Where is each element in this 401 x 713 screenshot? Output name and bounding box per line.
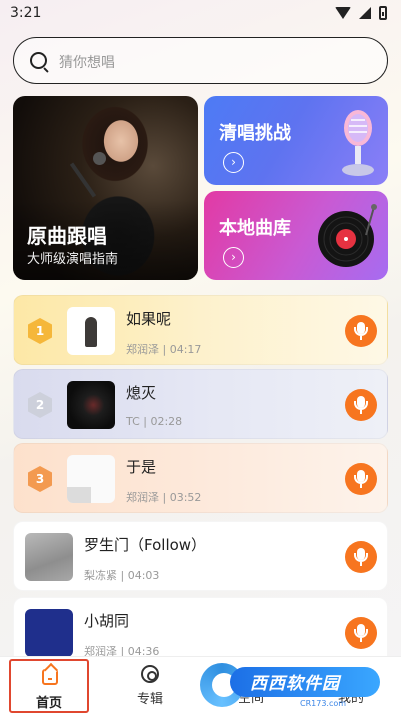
sing-mic-button[interactable] (345, 315, 377, 347)
library-title: 本地曲库 (219, 218, 291, 239)
album-cover (25, 533, 73, 581)
status-icons (335, 6, 387, 20)
watermark-url: CR173.com (300, 699, 347, 708)
sing-mic-button[interactable] (345, 617, 377, 649)
singer-microphone-stand (69, 162, 97, 198)
vinyl-record-icon (318, 204, 377, 267)
studio-microphone-icon (342, 110, 374, 176)
battery-icon (379, 6, 387, 20)
microphone-icon-cup (354, 629, 368, 638)
song-meta: 郑润泽 | 04:17 (126, 343, 202, 356)
hero-title: 原曲跟唱 (27, 224, 107, 248)
microphone-icon-foot (360, 336, 362, 340)
song-meta: 梨冻紧 | 04:03 (84, 569, 160, 582)
sing-mic-button[interactable] (345, 541, 377, 573)
song-meta: TC | 02:28 (126, 415, 183, 428)
microphone-icon-cup (354, 553, 368, 562)
status-time: 3:21 (10, 5, 42, 21)
rank-badge-gold: 1 (28, 318, 52, 344)
rank-badge-silver: 2 (28, 392, 52, 418)
hero-card-original-sing[interactable]: 原曲跟唱 大师级演唱指南 (13, 96, 198, 280)
song-title: 小胡同 (84, 612, 130, 630)
library-arrow-icon: › (223, 247, 244, 268)
song-title: 罗生门（Follow） (84, 536, 207, 554)
wifi-icon (335, 7, 351, 19)
search-bar[interactable]: 猜你想唱 (13, 37, 388, 84)
microphone-icon-cup (354, 327, 368, 336)
song-title: 如果呢 (126, 310, 172, 328)
song-row[interactable]: 罗生门（Follow） 梨冻紧 | 04:03 (13, 521, 388, 591)
song-title: 熄灭 (126, 384, 157, 402)
challenge-title: 清唱挑战 (219, 123, 291, 144)
disc-icon (141, 665, 159, 683)
song-row[interactable]: 2 熄灭 TC | 02:28 (13, 369, 388, 439)
rank-badge-bronze: 3 (28, 466, 52, 492)
microphone-icon-foot (360, 484, 362, 488)
singer-microphone-icon (93, 152, 106, 165)
album-cover (67, 307, 115, 355)
microphone-icon-foot (360, 638, 362, 642)
song-meta: 郑润泽 | 03:52 (126, 491, 202, 504)
album-cover (25, 609, 73, 657)
nav-home[interactable]: 首页 (9, 659, 89, 713)
sing-mic-button[interactable] (345, 389, 377, 421)
microphone-icon-foot (360, 410, 362, 414)
home-icon (42, 669, 60, 687)
search-placeholder: 猜你想唱 (59, 55, 115, 71)
hero-card-acapella-challenge[interactable]: 清唱挑战 › (204, 96, 388, 185)
signal-icon (359, 7, 371, 19)
hero-subtitle: 大师级演唱指南 (27, 252, 119, 267)
song-title: 于是 (126, 458, 157, 476)
nav-album-label: 专辑 (136, 692, 163, 707)
microphone-icon-foot (360, 562, 362, 566)
song-row[interactable]: 1 如果呢 郑润泽 | 04:17 (13, 295, 388, 365)
challenge-arrow-icon: › (223, 152, 244, 173)
album-cover (67, 381, 115, 429)
hero-card-local-library[interactable]: 本地曲库 › (204, 191, 388, 280)
nav-home-label: 首页 (35, 696, 62, 711)
song-row[interactable]: 3 于是 郑润泽 | 03:52 (13, 443, 388, 513)
status-bar: 3:21 (0, 0, 401, 30)
album-cover (67, 455, 115, 503)
microphone-icon-cup (354, 475, 368, 484)
sing-mic-button[interactable] (345, 463, 377, 495)
search-icon (30, 52, 47, 69)
watermark-logo: 西西软件园 CR173.com (200, 663, 382, 709)
microphone-icon-cup (354, 401, 368, 410)
nav-album[interactable]: 专辑 (110, 657, 190, 713)
watermark-text: 西西软件园 (250, 674, 340, 694)
